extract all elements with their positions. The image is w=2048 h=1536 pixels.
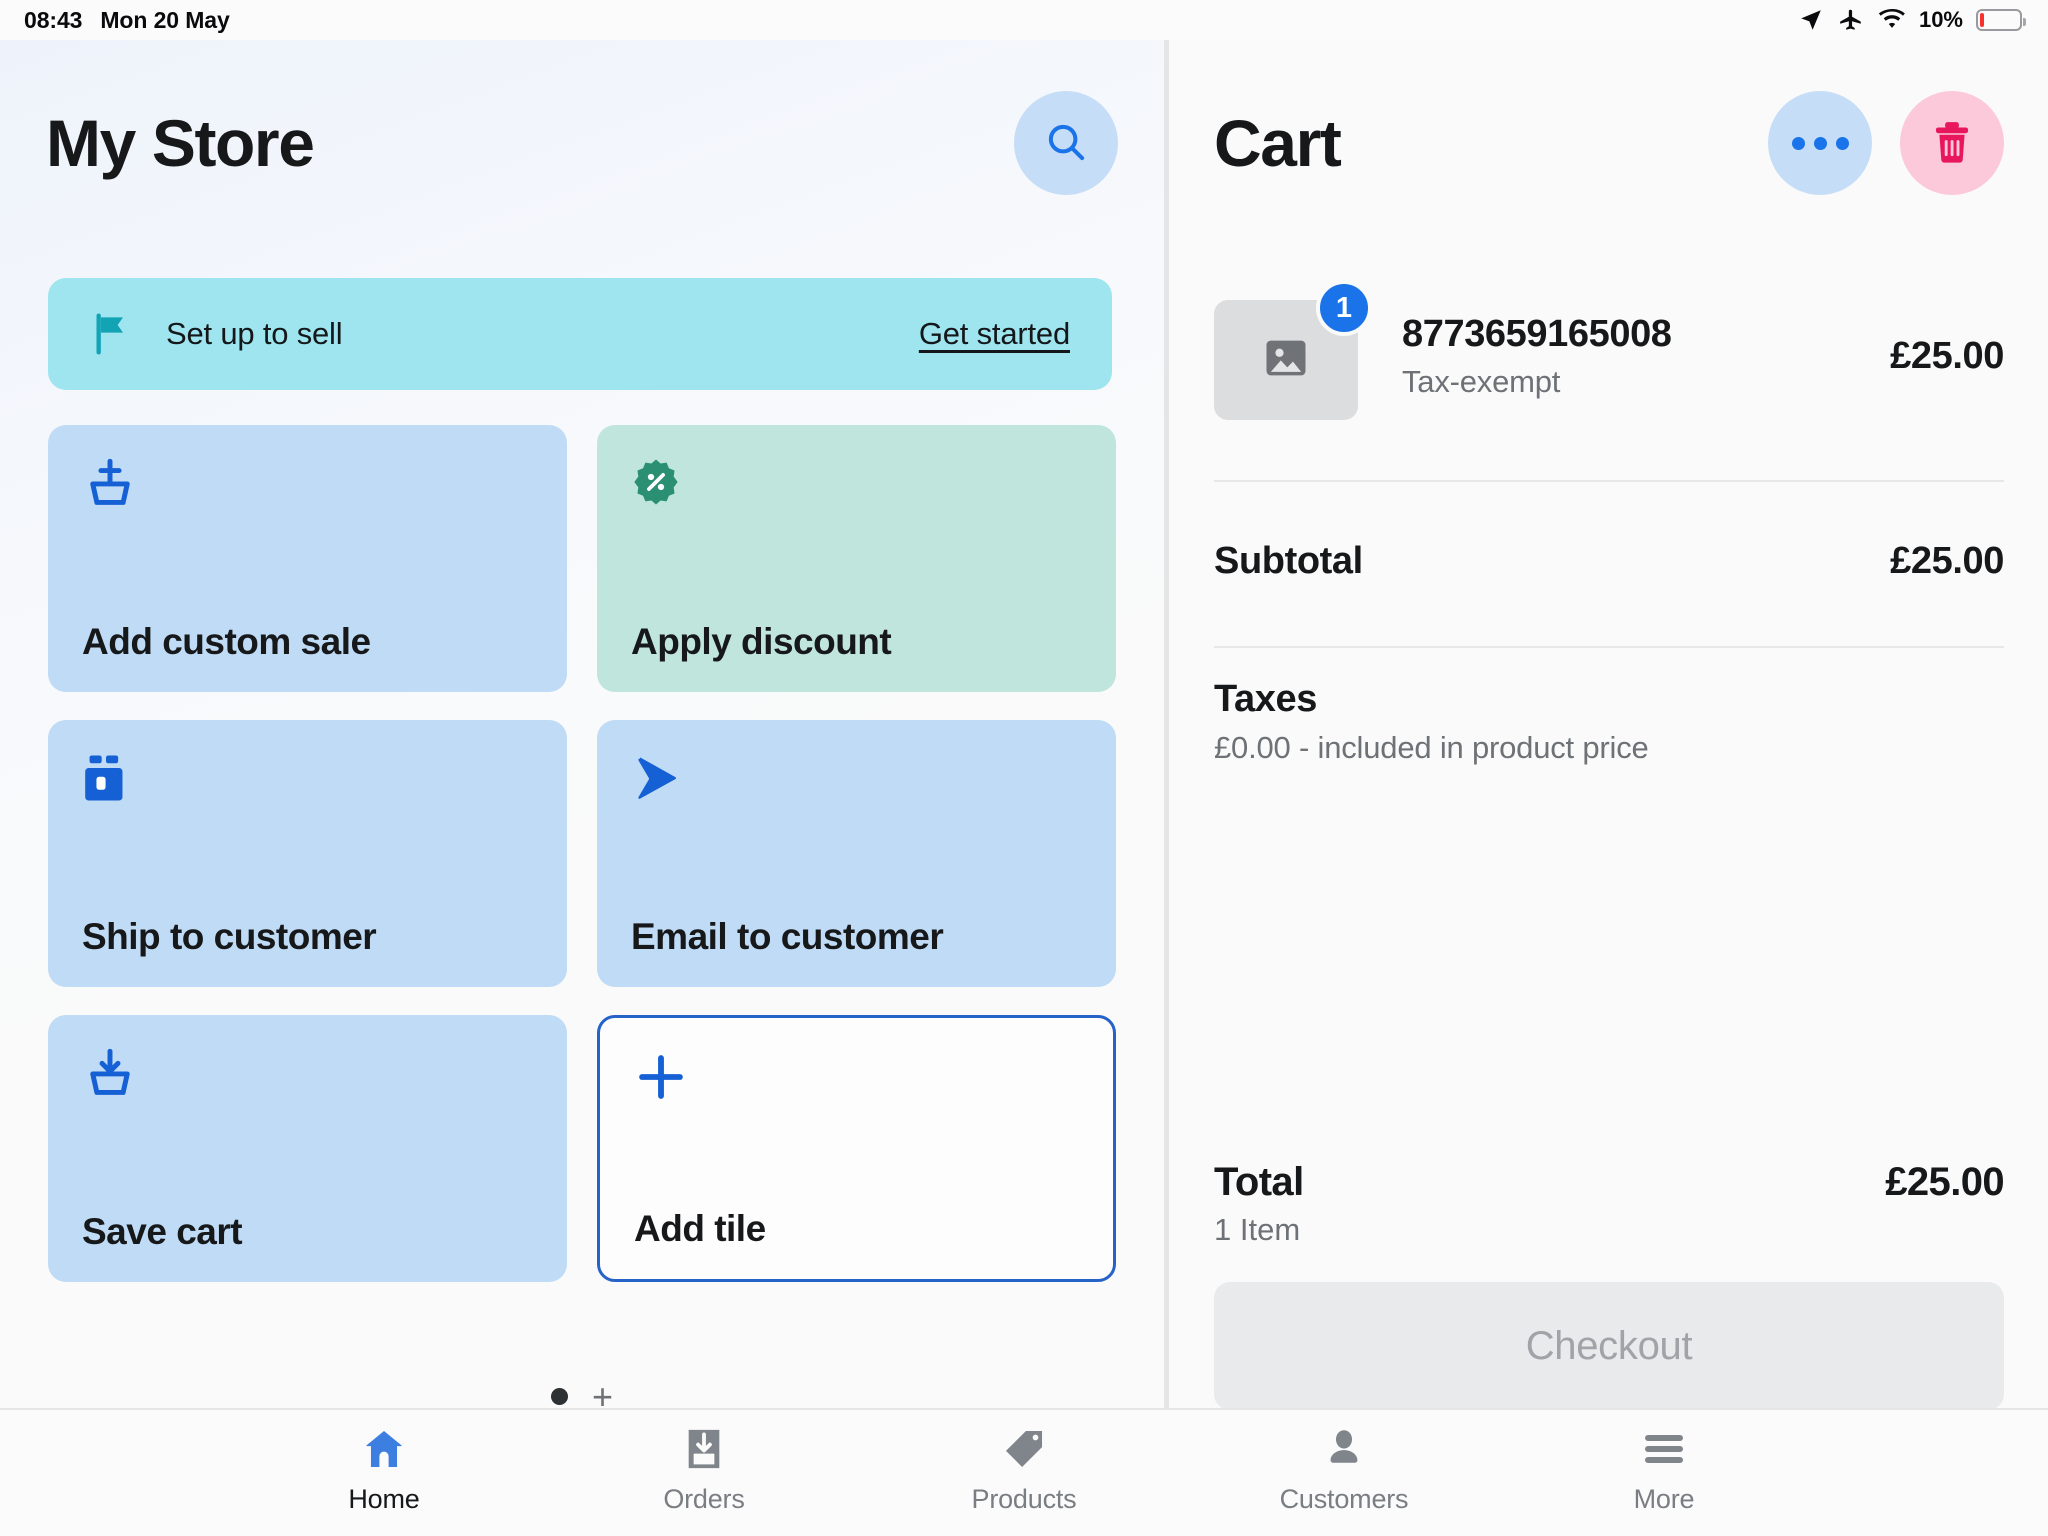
status-bar-left: 08:43 Mon 20 May [24, 7, 230, 34]
person-icon [1322, 1424, 1366, 1474]
cart-line-item[interactable]: 1 8773659165008 Tax-exempt £25.00 [1214, 280, 2004, 420]
cart-footer: Total 1 Item £25.00 Checkout [1169, 1118, 2048, 1410]
status-date: Mon 20 May [100, 6, 230, 33]
clear-cart-button[interactable] [1900, 91, 2004, 195]
cart-panel: Cart 1 8773659165008 Tax-exempt £25.00 S… [1169, 40, 2048, 1410]
tile-apply-discount[interactable]: Apply discount [597, 425, 1116, 692]
tab-more[interactable]: More [1504, 1424, 1824, 1515]
tab-customers[interactable]: Customers [1184, 1424, 1504, 1515]
total-row: Total 1 Item £25.00 [1214, 1160, 2005, 1248]
banner-text: Set up to sell [166, 316, 343, 351]
search-button[interactable] [1014, 91, 1118, 195]
search-icon [1043, 119, 1089, 168]
app-root: My Store Set up to sell Get started Add … [0, 40, 2048, 1536]
subtotal-value: £25.00 [1890, 540, 2004, 582]
home-icon [361, 1424, 407, 1474]
item-quantity-badge: 1 [1316, 280, 1372, 336]
total-value: £25.00 [1885, 1160, 2004, 1204]
image-placeholder-icon [1260, 332, 1312, 389]
tab-products[interactable]: Products [864, 1424, 1184, 1515]
tile-label: Save cart [82, 1211, 243, 1253]
tab-home[interactable]: Home [224, 1424, 544, 1515]
more-horizontal-icon [1791, 136, 1849, 150]
page-dot-1[interactable] [550, 1388, 568, 1406]
tile-label: Add tile [634, 1208, 766, 1250]
bottom-tab-bar: Home Orders Products Customers More [0, 1408, 2048, 1536]
total-label: Total [1214, 1160, 1304, 1204]
setup-banner[interactable]: Set up to sell Get started [48, 278, 1112, 390]
checkout-button[interactable]: Checkout [1214, 1282, 2004, 1410]
cart-more-button[interactable] [1768, 91, 1872, 195]
tile-label: Email to customer [631, 916, 944, 958]
item-name: 8773659165008 [1402, 313, 1672, 356]
wifi-icon [1878, 9, 1906, 31]
total-item-count: 1 Item [1214, 1212, 1301, 1247]
battery-icon [1976, 9, 2026, 31]
tab-label: Customers [1279, 1484, 1409, 1514]
tile-grid: Add custom sale Apply discount Ship to c… [48, 425, 1116, 1282]
trash-icon [1931, 119, 1973, 168]
taxes-row[interactable]: Taxes £0.00 - included in product price [1214, 678, 2004, 766]
tag-icon [1001, 1424, 1047, 1474]
tile-add-custom-sale[interactable]: Add custom sale [48, 425, 567, 692]
cart-divider-2 [1214, 646, 2004, 648]
add-to-cart-icon [82, 457, 533, 515]
status-time: 08:43 [24, 6, 83, 33]
get-started-link[interactable]: Get started [919, 316, 1070, 352]
cart-divider-1 [1214, 480, 2004, 482]
save-cart-icon [82, 1047, 533, 1105]
store-header: My Store [46, 90, 1118, 196]
tile-save-cart[interactable]: Save cart [48, 1015, 567, 1282]
taxes-label: Taxes [1214, 678, 1317, 720]
hamburger-menu-icon [1641, 1424, 1687, 1474]
battery-fill [1980, 13, 1984, 27]
cart-actions [1768, 91, 2004, 195]
send-icon [631, 752, 1082, 810]
add-page-button[interactable]: + [592, 1378, 613, 1408]
tab-label: Orders [663, 1484, 745, 1514]
item-info: 8773659165008 Tax-exempt [1402, 312, 1890, 400]
tile-ship-to-customer[interactable]: Ship to customer [48, 720, 567, 987]
tile-add-tile[interactable]: Add tile [597, 1015, 1116, 1282]
package-icon [82, 752, 533, 810]
cart-title: Cart [1214, 106, 1342, 180]
flag-icon [92, 311, 132, 357]
cart-header: Cart [1214, 90, 2004, 196]
tile-label: Add custom sale [82, 621, 371, 663]
status-bar: 08:43 Mon 20 May 10% [0, 0, 2048, 40]
plus-icon [634, 1050, 1079, 1108]
tile-email-to-customer[interactable]: Email to customer [597, 720, 1116, 987]
page-title: My Store [46, 106, 315, 180]
subtotal-label: Subtotal [1214, 540, 1363, 582]
taxes-detail: £0.00 - included in product price [1214, 730, 1649, 765]
airplane-mode-icon [1837, 7, 1865, 33]
tab-label: Home [348, 1484, 420, 1514]
item-tax-status: Tax-exempt [1402, 363, 1561, 399]
page-indicator: + [0, 1378, 1164, 1408]
tile-label: Apply discount [631, 621, 892, 663]
location-arrow-icon [1798, 7, 1824, 33]
status-bar-right: 10% [1798, 7, 2026, 33]
battery-percent-label: 10% [1918, 7, 1963, 32]
item-price: £25.00 [1890, 334, 2004, 377]
store-panel: My Store Set up to sell Get started Add … [0, 40, 1164, 1408]
tile-label: Ship to customer [82, 916, 377, 958]
orders-icon [682, 1424, 726, 1474]
subtotal-row: Subtotal £25.00 [1214, 540, 2004, 583]
tab-label: Products [971, 1484, 1077, 1514]
discount-percent-icon [631, 457, 1082, 515]
tab-orders[interactable]: Orders [544, 1424, 864, 1515]
item-thumbnail-wrap: 1 [1214, 280, 1372, 420]
total-text-group: Total 1 Item [1214, 1160, 1304, 1248]
tab-label: More [1633, 1484, 1695, 1514]
